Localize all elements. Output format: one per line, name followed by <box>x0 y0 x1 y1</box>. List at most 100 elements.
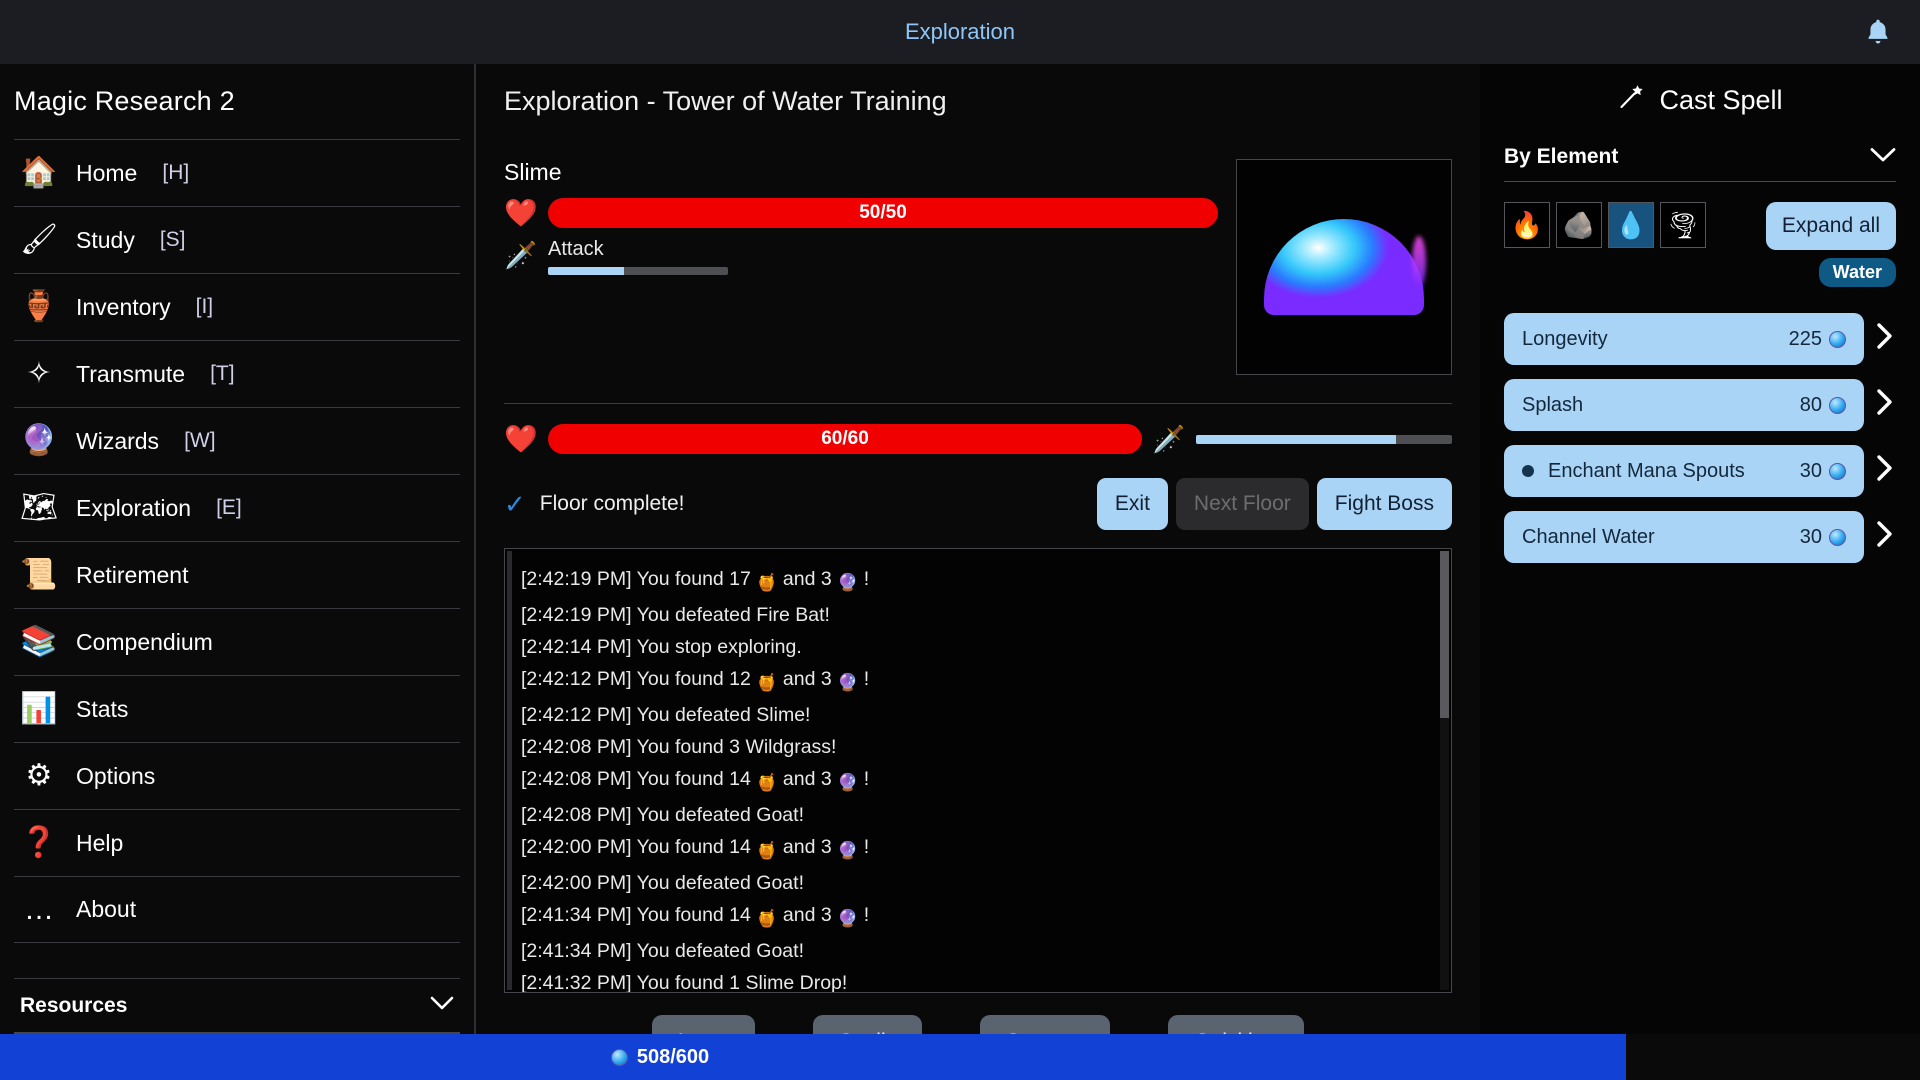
mana-orb-icon <box>610 1048 628 1066</box>
sidebar-item-hotkey: [T] <box>210 362 235 385</box>
spell-button-channel-water[interactable]: Channel Water 30 <box>1504 511 1864 563</box>
essence-icon: 🔮 <box>837 573 859 592</box>
sidebar-item-study[interactable]: 🖌 Study [S] <box>14 206 460 273</box>
spell-row: Longevity 225 <box>1504 313 1896 365</box>
player-stats-row: ❤️ 60/60 🗡️ <box>504 422 1452 456</box>
mana-orb-icon <box>1829 528 1846 546</box>
spell-button-enchant-mana-spouts[interactable]: Enchant Mana Spouts 30 <box>1504 445 1864 497</box>
spell-row: Enchant Mana Spouts 30 <box>1504 445 1896 497</box>
enemy-hp-bar: 50/50 <box>548 198 1218 228</box>
expand-controls: Expand all Water <box>1765 202 1896 287</box>
log-text-tail: ! <box>858 768 870 790</box>
sidebar-item-label: Exploration <box>76 494 192 521</box>
fight-boss-button[interactable]: Fight Boss <box>1316 478 1452 530</box>
event-log[interactable]: [2:42:19 PM] You found 17 🍯 and 3 🔮 ! [2:… <box>504 548 1452 993</box>
essence-icon: 🔮 <box>837 773 859 792</box>
spell-row: Channel Water 30 <box>1504 511 1896 563</box>
sidebar-item-label: Help <box>76 829 124 856</box>
map-icon: 🗺 <box>19 491 59 524</box>
chevron-down-icon <box>1870 147 1896 168</box>
log-timestamp: [2:42:08 PM] <box>521 736 632 758</box>
chevron-right-icon[interactable] <box>1874 454 1896 489</box>
log-scrollbar[interactable] <box>1440 551 1449 990</box>
log-text-mid: and 3 <box>777 836 838 858</box>
enemy-hp-text: 50/50 <box>859 202 907 223</box>
element-filter-row: 🔥 🪨 💧 🌪 Expand all Water <box>1504 202 1896 287</box>
log-text-tail: ! <box>858 568 870 590</box>
sidebar-item-wizards[interactable]: 🔮 Wizards [W] <box>14 407 460 474</box>
log-entry: [2:42:12 PM] You found 12 🍯 and 3 🔮 ! <box>521 663 1435 699</box>
exit-button[interactable]: Exit <box>1096 478 1168 530</box>
sidebar-item-label: Compendium <box>76 628 213 655</box>
log-entry: [2:42:08 PM] You defeated Goat! <box>521 799 1435 831</box>
log-scrollbar-thumb[interactable] <box>1440 551 1449 718</box>
chevron-right-icon[interactable] <box>1874 388 1896 423</box>
sidebar-item-about[interactable]: … About <box>14 876 460 943</box>
player-hp-bar: 60/60 <box>548 424 1142 454</box>
earth-element-icon[interactable]: 🪨 <box>1556 202 1602 248</box>
log-text: You found 14 <box>631 904 757 926</box>
enemy-attack-label: Attack <box>548 238 604 260</box>
scroll-icon: 📜 <box>20 558 58 591</box>
sidebar-item-retirement[interactable]: 📜 Retirement <box>14 541 460 608</box>
main-content: Exploration - Tower of Water Training Sl… <box>476 64 1480 1069</box>
sidebar-item-transmute[interactable]: ✧ Transmute [T] <box>14 340 460 407</box>
cast-spell-header: Cast Spell <box>1504 82 1896 119</box>
floor-action-buttons: Exit Next Floor Fight Boss <box>1096 478 1452 530</box>
fire-element-icon[interactable]: 🔥 <box>1504 202 1550 248</box>
expand-all-button[interactable]: Expand all <box>1765 202 1896 250</box>
bell-icon[interactable] <box>1858 12 1898 52</box>
log-timestamp: [2:42:19 PM] <box>521 568 632 590</box>
mana-bar: 508/600 <box>0 1034 1920 1080</box>
log-entry: [2:42:08 PM] You found 14 🍯 and 3 🔮 ! <box>521 763 1435 799</box>
sidebar-item-home[interactable]: 🏠 Home [H] <box>14 139 460 206</box>
log-text: You found 14 <box>631 768 757 790</box>
floor-status-text: Floor complete! <box>539 492 685 515</box>
player-attack-bar <box>1196 434 1452 444</box>
cast-spell-panel: Cast Spell By Element 🔥 🪨 💧 🌪 Expand all Wa… <box>1480 64 1920 1034</box>
chart-icon: 📊 <box>20 692 58 725</box>
water-element-icon[interactable]: 💧 <box>1608 202 1654 248</box>
log-text: You defeated Slime! <box>631 704 811 726</box>
essence-icon: 🔮 <box>837 909 859 928</box>
house-icon: 🏠 <box>20 156 58 189</box>
log-text: You found 14 <box>631 836 757 858</box>
sidebar-item-exploration[interactable]: 🗺 Exploration [E] <box>14 474 460 541</box>
log-text-tail: ! <box>858 668 870 690</box>
magic-wand-icon <box>1617 82 1647 119</box>
enemy-attack-bar <box>548 267 728 275</box>
cast-spell-title: Cast Spell <box>1659 85 1783 115</box>
by-element-toggle[interactable]: By Element <box>1504 145 1896 182</box>
combat-area: Slime ❤️ 50/50 🗡️ Attack <box>504 159 1452 375</box>
books-icon: 📚 <box>20 625 58 658</box>
spell-button-longevity[interactable]: Longevity 225 <box>1504 313 1864 365</box>
exploration-title: Exploration - Tower of Water Training <box>504 86 947 116</box>
page-title: Exploration <box>904 19 1016 44</box>
air-element-icon[interactable]: 🌪 <box>1660 202 1706 248</box>
resources-section-toggle[interactable]: Resources <box>14 978 460 1034</box>
sidebar-item-label: About <box>76 896 137 922</box>
sidebar-item-label: Home <box>76 159 138 186</box>
log-entry: [2:42:19 PM] You defeated Fire Bat! <box>521 599 1435 631</box>
ellipsis-icon: … <box>24 892 54 926</box>
mana-orb-icon <box>1829 330 1846 348</box>
log-text: You found 17 <box>631 568 757 590</box>
chevron-right-icon[interactable] <box>1874 520 1896 555</box>
sidebar-item-label: Retirement <box>76 561 189 588</box>
log-text: You found 3 Wildgrass! <box>631 736 837 758</box>
sidebar-item-stats[interactable]: 📊 Stats <box>14 675 460 742</box>
active-spell-dot-icon <box>1522 465 1534 477</box>
gold-icon: 🍯 <box>756 573 778 592</box>
log-text-mid: and 3 <box>777 768 838 790</box>
spell-button-splash[interactable]: Splash 80 <box>1504 379 1864 431</box>
spell-cost: 80 <box>1799 393 1822 416</box>
enemy-hp-row: ❤️ 50/50 <box>504 196 1218 230</box>
chevron-right-icon[interactable] <box>1874 322 1896 357</box>
top-bar: Exploration <box>0 0 1920 64</box>
sidebar-item-hotkey: [E] <box>216 496 242 519</box>
slime-sprite <box>1264 219 1424 315</box>
sidebar-item-options[interactable]: ⚙ Options <box>14 742 460 809</box>
sidebar-item-inventory[interactable]: 🏺 Inventory [I] <box>14 273 460 340</box>
sidebar-item-compendium[interactable]: 📚 Compendium <box>14 608 460 675</box>
sidebar-item-help[interactable]: ❓ Help <box>14 809 460 876</box>
